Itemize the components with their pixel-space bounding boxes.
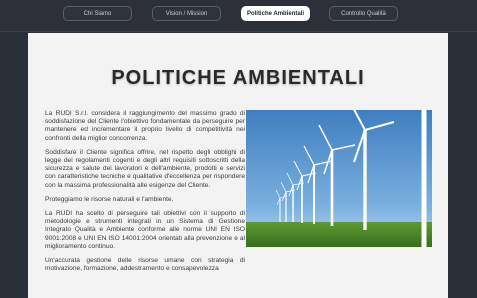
tab-controllo-qualita[interactable]: Controllo Qualità [329,6,398,21]
wind-turbines-photo [246,110,432,247]
page-title: POLITICHE AMBIENTALI [111,67,365,89]
content-panel: POLITICHE AMBIENTALI La RUDI S.r.l. cons… [28,33,448,298]
paragraph: La RUDI ha scelto di perseguire tali obi… [45,210,245,250]
grass-field [246,222,432,247]
paragraph: Soddisfare il Cliente significa offrire,… [45,148,245,189]
paragraph: Un'accurata gestione delle risorse umane… [45,257,245,273]
tab-politiche-ambientali[interactable]: Politiche Ambientali [241,6,310,21]
body-text: La RUDI S.r.l. considera il raggiungimen… [45,110,245,279]
tab-vision-mission[interactable]: Vision / Mission [152,6,221,21]
paragraph: Proteggiamo le risorse naturali e l'ambi… [45,195,174,203]
tab-chi-siamo[interactable]: Chi Siamo [63,6,132,21]
paragraph: La RUDI S.r.l. considera il raggiungimen… [45,110,245,142]
top-navigation: Chi Siamo Vision / Mission Politiche Amb… [0,0,477,32]
